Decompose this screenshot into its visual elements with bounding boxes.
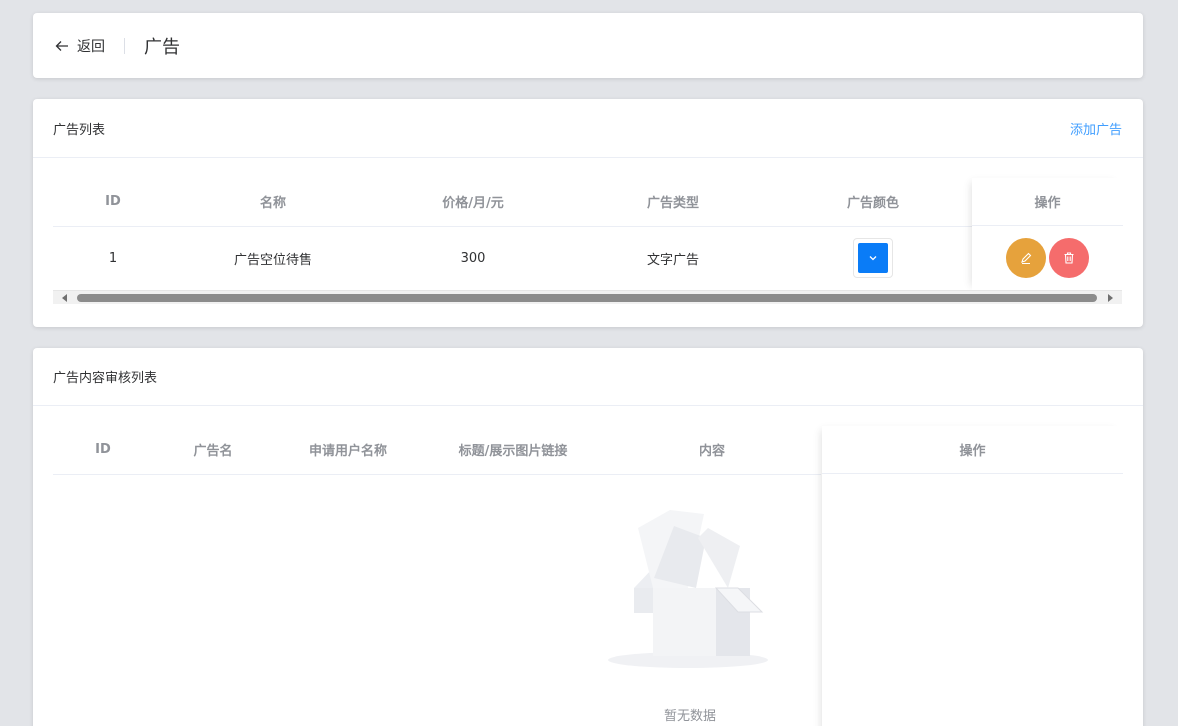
horizontal-scrollbar[interactable]: [53, 290, 1122, 304]
column-header-color[interactable]: 广告颜色: [773, 178, 973, 227]
cell-price: 300: [373, 226, 573, 291]
column-header-actions: 操作: [822, 426, 1123, 474]
back-label: 返回: [77, 38, 105, 55]
ads-actions-fixed-column: 操作: [972, 178, 1123, 290]
cell-id: 1: [53, 226, 173, 291]
chevron-down-icon: [869, 256, 877, 261]
review-table: ID 广告名 申请用户名称 标题/展示图片链接 内容: [53, 426, 821, 475]
table-row: 1 广告空位待售 300 文字广告: [53, 226, 1122, 291]
scrollbar-thumb[interactable]: [77, 294, 1097, 302]
review-table-header-row: ID 广告名 申请用户名称 标题/展示图片链接 内容: [53, 426, 821, 475]
column-header-applicant[interactable]: 申请用户名称: [273, 426, 423, 475]
scroll-right-icon[interactable]: [1108, 294, 1113, 302]
delete-button[interactable]: [1049, 238, 1089, 278]
column-header-ad-name[interactable]: 广告名: [153, 426, 273, 475]
column-header-content[interactable]: 内容: [603, 426, 821, 475]
ads-card-title: 广告列表: [53, 122, 106, 138]
review-card-header: 广告内容审核列表: [33, 348, 1143, 406]
scroll-left-icon[interactable]: [62, 294, 67, 302]
empty-text: 暂无数据: [663, 709, 716, 724]
column-header-id[interactable]: ID: [53, 426, 153, 475]
trash-icon: [1064, 252, 1074, 264]
add-ad-button[interactable]: 添加广告: [1070, 119, 1122, 138]
color-swatch: [858, 243, 888, 273]
review-actions-fixed-column: 操作: [822, 426, 1123, 726]
header-divider: [124, 37, 125, 54]
row-actions: [972, 226, 1123, 290]
empty-box-icon: [608, 510, 768, 668]
ads-card-header: 广告列表 添加广告: [33, 99, 1143, 158]
review-card-title: 广告内容审核列表: [53, 371, 158, 386]
ads-table: ID 名称 价格/月/元 广告类型 广告颜色 1 广告空位待售 300 文字广告: [53, 178, 1122, 291]
page-title: 广告: [144, 36, 180, 58]
arrow-left-icon: [55, 40, 68, 51]
cell-type: 文字广告: [573, 226, 773, 291]
column-header-type[interactable]: 广告类型: [573, 178, 773, 227]
back-button[interactable]: 返回: [54, 36, 105, 56]
column-header-id[interactable]: ID: [53, 178, 173, 227]
page-header-card: 返回 广告: [33, 13, 1143, 78]
edit-icon: [1021, 252, 1032, 265]
page-header: 返回 广告: [33, 13, 1143, 78]
column-header-actions: 操作: [972, 178, 1123, 226]
ads-table-header-row: ID 名称 价格/月/元 广告类型 广告颜色: [53, 178, 1122, 227]
column-header-price[interactable]: 价格/月/元: [373, 178, 573, 227]
ads-card: 广告列表 添加广告 ID 名称 价格/月/元 广告类型 广告颜色 1 广告空位待…: [33, 99, 1143, 327]
cell-color: [773, 226, 973, 291]
edit-button[interactable]: [1006, 238, 1046, 278]
empty-state: 暂无数据: [608, 508, 772, 724]
cell-name: 广告空位待售: [173, 226, 373, 291]
review-card: 广告内容审核列表 ID 广告名 申请用户名称 标题/展示图片链接 内容 操作 暂…: [33, 348, 1143, 726]
column-header-title-link[interactable]: 标题/展示图片链接: [423, 426, 603, 475]
color-picker[interactable]: [853, 238, 893, 278]
column-header-name[interactable]: 名称: [173, 178, 373, 227]
